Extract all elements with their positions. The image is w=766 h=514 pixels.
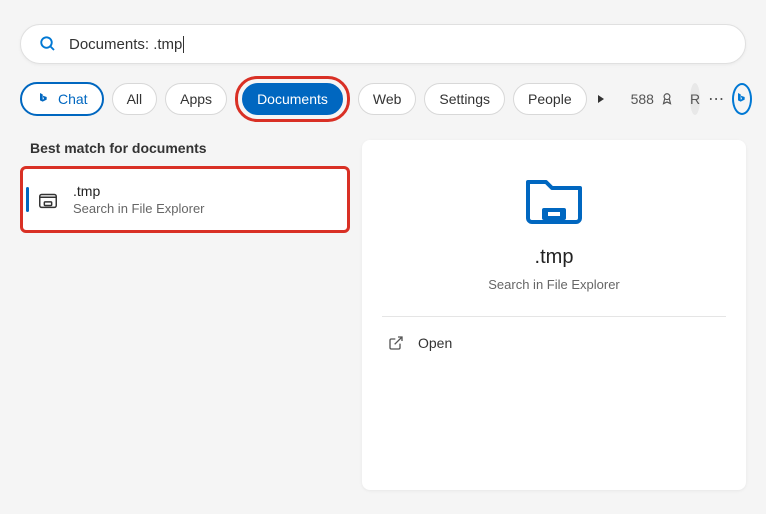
bing-button[interactable] bbox=[732, 83, 752, 115]
rewards-medal-icon bbox=[660, 92, 674, 106]
action-open-label: Open bbox=[418, 335, 452, 351]
result-subtitle: Search in File Explorer bbox=[73, 201, 205, 216]
filter-people[interactable]: People bbox=[513, 83, 587, 115]
filter-chat-label: Chat bbox=[58, 91, 88, 107]
results-section-title: Best match for documents bbox=[20, 140, 350, 156]
search-icon bbox=[39, 35, 57, 53]
search-input[interactable]: Documents: .tmp bbox=[69, 36, 184, 53]
preview-subtitle: Search in File Explorer bbox=[488, 277, 620, 292]
bing-chat-icon bbox=[36, 91, 52, 107]
filter-documents-highlight: Documents bbox=[235, 76, 350, 122]
results-panel: Best match for documents .tmp Search in … bbox=[20, 140, 350, 490]
result-item[interactable]: .tmp Search in File Explorer bbox=[20, 166, 350, 233]
more-filters-button[interactable] bbox=[595, 85, 607, 113]
preview-panel: .tmp Search in File Explorer Open bbox=[362, 140, 746, 490]
filter-apps[interactable]: Apps bbox=[165, 83, 227, 115]
filter-chat[interactable]: Chat bbox=[20, 82, 104, 116]
action-open[interactable]: Open bbox=[382, 317, 726, 369]
filter-bar: Chat All Apps Documents Web Settings Peo… bbox=[20, 76, 746, 122]
filter-documents[interactable]: Documents bbox=[242, 83, 343, 115]
rewards-points[interactable]: 588 bbox=[623, 91, 682, 107]
folder-large-icon bbox=[522, 170, 586, 226]
filter-all[interactable]: All bbox=[112, 83, 158, 115]
filter-web[interactable]: Web bbox=[358, 83, 417, 115]
user-avatar[interactable]: R bbox=[690, 83, 700, 115]
preview-title: .tmp bbox=[535, 246, 574, 269]
more-menu-button[interactable]: ⋯ bbox=[708, 83, 724, 115]
filter-settings[interactable]: Settings bbox=[424, 83, 505, 115]
result-title: .tmp bbox=[73, 183, 205, 199]
open-external-icon bbox=[388, 335, 404, 351]
search-bar[interactable]: Documents: .tmp bbox=[20, 24, 746, 64]
file-explorer-icon bbox=[37, 189, 59, 211]
rewards-points-value: 588 bbox=[631, 91, 654, 107]
